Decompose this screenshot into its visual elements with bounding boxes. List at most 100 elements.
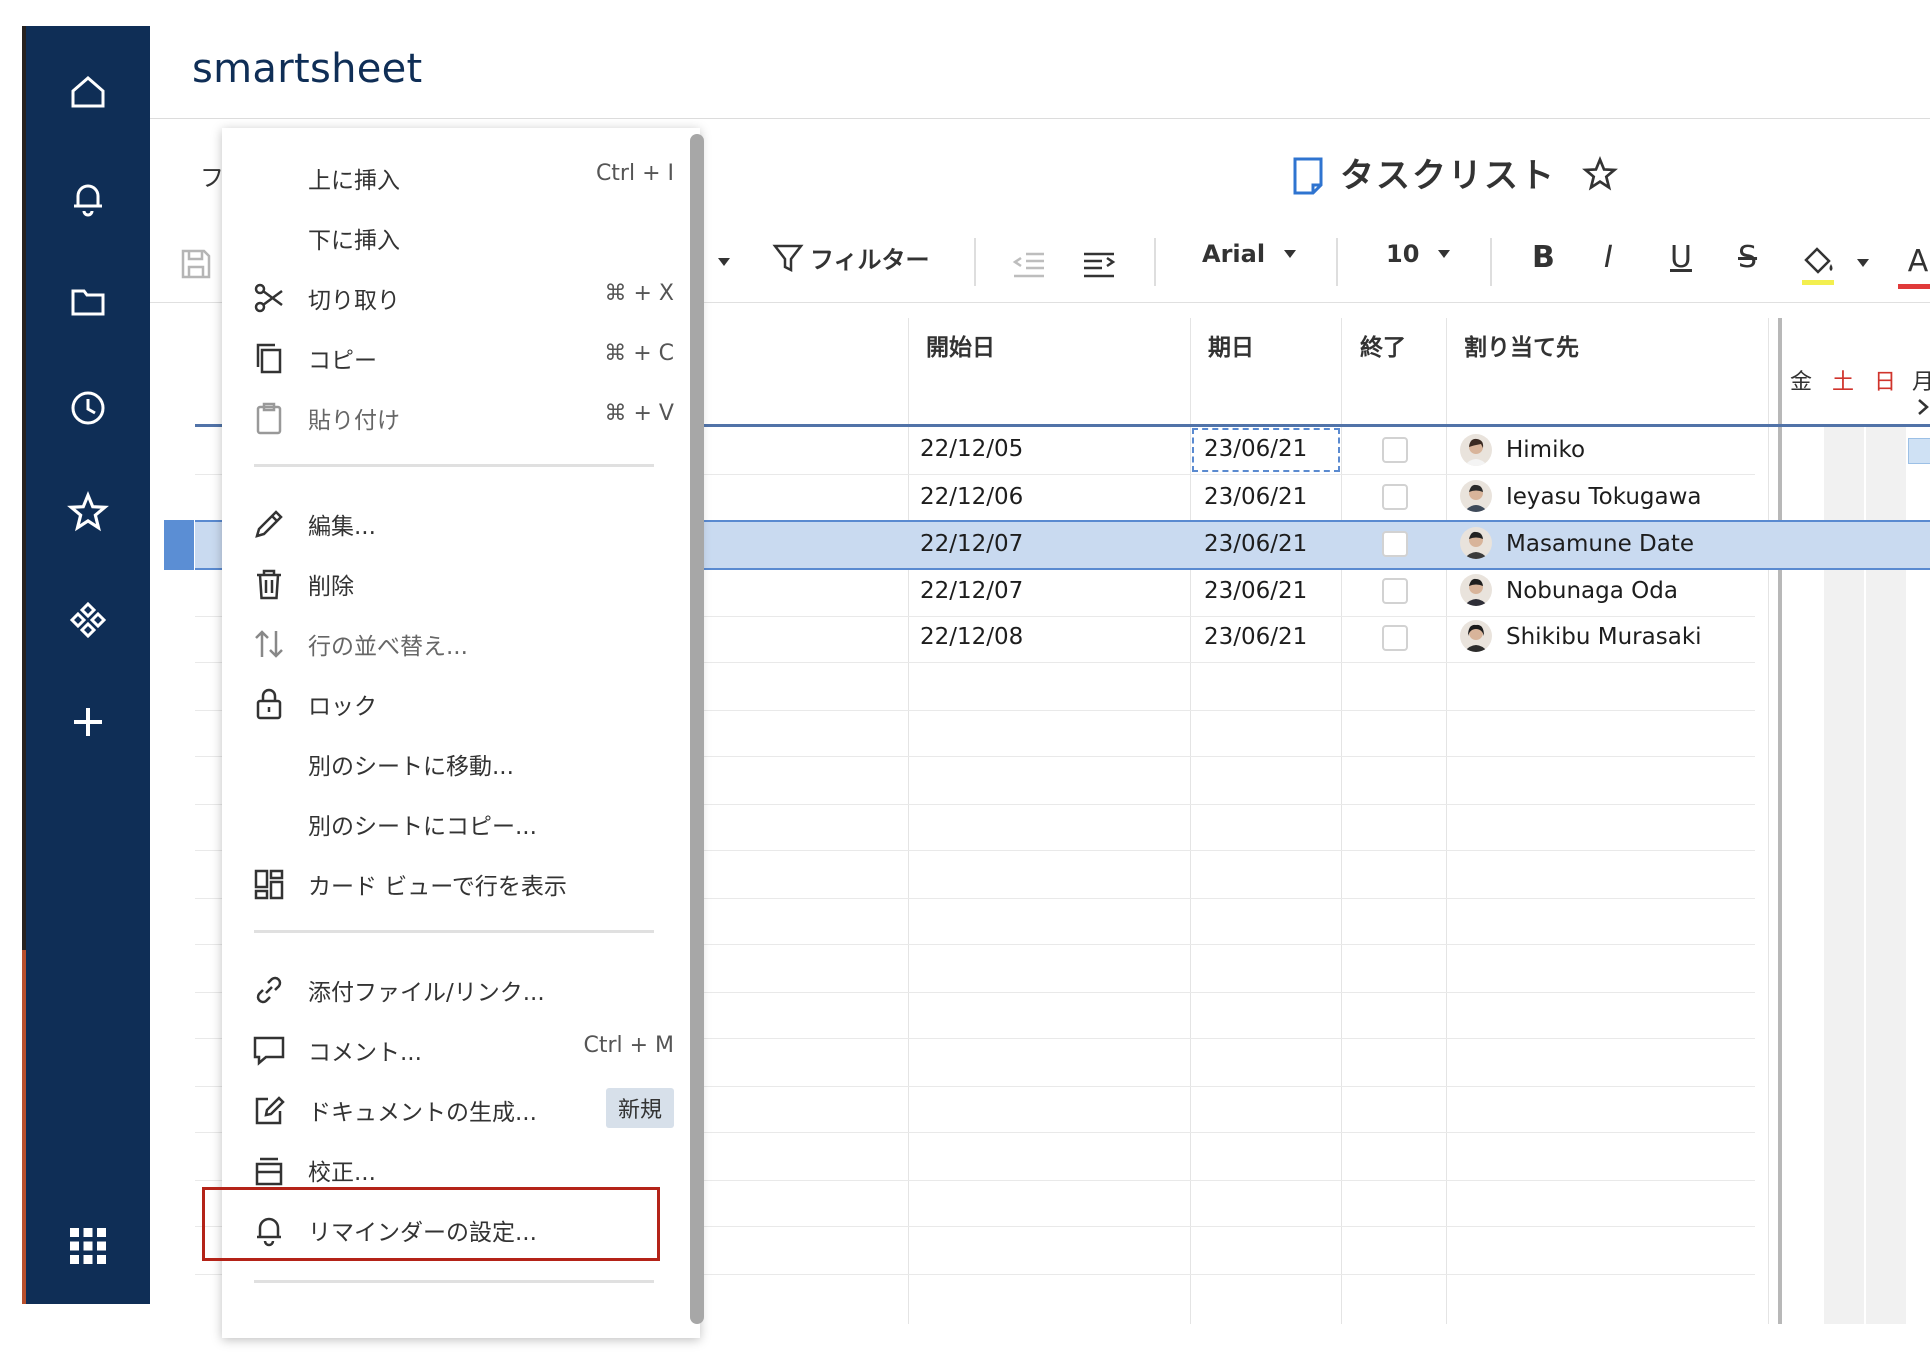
clipboard-icon (252, 401, 286, 435)
font-size-select[interactable]: 10 (1386, 240, 1451, 268)
menu-item-attachments[interactable]: 添付ファイル/リンク... (222, 964, 692, 1014)
column-header-assignee[interactable]: 割り当て先 (1464, 328, 1579, 362)
gantt-scroll-right-icon[interactable] (1916, 398, 1930, 416)
cell-start-date[interactable]: 22/12/07 (920, 531, 1023, 557)
done-checkbox[interactable] (1382, 531, 1408, 557)
menu-item-card-view[interactable]: カード ビューで行を表示 (222, 858, 692, 908)
cell-due-date[interactable]: 23/06/21 (1204, 484, 1307, 510)
done-checkbox[interactable] (1382, 625, 1408, 651)
avatar (1460, 620, 1492, 652)
cell-assignee[interactable]: Shikibu Murasaki (1506, 624, 1702, 650)
menu-separator (254, 1280, 654, 1283)
folder-icon[interactable] (26, 272, 150, 332)
menu-item-move-to-sheet[interactable]: 別のシートに移動... (222, 738, 692, 788)
favorites-star-icon[interactable] (26, 482, 150, 542)
menu-separator (254, 930, 654, 933)
help-icon[interactable] (26, 1312, 150, 1372)
outdent-icon[interactable] (1012, 250, 1046, 280)
dropdown-caret-icon[interactable] (716, 256, 732, 268)
column-header-start-date[interactable]: 開始日 (926, 328, 995, 362)
indent-icon[interactable] (1082, 250, 1116, 280)
row-context-menu: 上に挿入 Ctrl + I 下に挿入 切り取り ⌘ + X コピー ⌘ + C … (222, 128, 700, 1338)
menu-item-copy[interactable]: コピー ⌘ + C (222, 332, 692, 382)
favorite-star-icon[interactable] (1582, 156, 1618, 192)
bold-button[interactable]: B (1532, 240, 1555, 275)
menu-item-label: 編集... (308, 514, 376, 540)
sheet-title[interactable]: タスクリスト (1340, 148, 1556, 197)
column-header-due-date[interactable]: 期日 (1208, 328, 1254, 362)
chevron-down-icon (1283, 249, 1297, 259)
menu-item-lock[interactable]: ロック (222, 678, 692, 728)
cell-due-date[interactable]: 23/06/21 (1204, 578, 1307, 604)
text-color-swatch (1898, 284, 1930, 289)
cell-assignee[interactable]: Masamune Date (1506, 531, 1694, 557)
cell-assignee[interactable]: Nobunaga Oda (1506, 578, 1678, 604)
menu-item-edit[interactable]: 編集... (222, 498, 692, 548)
selected-row-handle[interactable] (164, 520, 194, 570)
gantt-task-bar[interactable] (1908, 438, 1930, 464)
cell-due-date[interactable]: 23/06/21 (1204, 436, 1307, 462)
recent-clock-icon[interactable] (26, 378, 150, 438)
italic-button[interactable]: I (1604, 240, 1613, 275)
fill-color-caret-icon[interactable] (1856, 258, 1870, 268)
cell-start-date[interactable]: 22/12/08 (920, 624, 1023, 650)
toolbar-separator (1154, 238, 1156, 286)
menu-item-delete[interactable]: 削除 (222, 558, 692, 608)
menu-item-insert-below[interactable]: 下に挿入 (222, 212, 692, 262)
gantt-splitter[interactable] (1778, 318, 1782, 1324)
column-divider (1190, 318, 1191, 1324)
strikethrough-button[interactable]: S (1738, 240, 1757, 275)
apps-grid-icon[interactable] (26, 1216, 150, 1276)
pencil-icon (252, 507, 286, 541)
done-checkbox[interactable] (1382, 484, 1408, 510)
avatar (1460, 574, 1492, 606)
column-divider (908, 318, 909, 1324)
smartsheet-logo[interactable]: smartsheet (192, 46, 423, 92)
underline-button[interactable]: U (1670, 240, 1692, 275)
avatar (1460, 527, 1492, 559)
gantt-day-mon: 月 (1912, 370, 1930, 395)
column-header-done[interactable]: 終了 (1360, 328, 1406, 362)
cell-assignee[interactable]: Himiko (1506, 437, 1585, 463)
menu-item-sort-rows[interactable]: 行の並べ替え... (222, 618, 692, 668)
menu-item-copy-to-sheet[interactable]: 別のシートにコピー... (222, 798, 692, 848)
bell-icon[interactable] (26, 168, 150, 228)
cell-start-date[interactable]: 22/12/06 (920, 484, 1023, 510)
menu-item-insert-above[interactable]: 上に挿入 Ctrl + I (222, 152, 692, 202)
menu-item-label: カード ビューで行を表示 (308, 874, 567, 900)
save-icon[interactable] (180, 248, 212, 280)
create-plus-icon[interactable] (26, 692, 150, 752)
fill-color-icon[interactable] (1800, 244, 1836, 288)
font-family-select[interactable]: Arial (1202, 240, 1297, 268)
cell-due-date[interactable]: 23/06/21 (1204, 531, 1307, 557)
home-icon[interactable] (26, 62, 150, 122)
cell-start-date[interactable]: 22/12/05 (920, 436, 1023, 462)
file-menu-partial[interactable]: フ (200, 158, 224, 193)
comment-icon (252, 1033, 286, 1067)
trash-icon (252, 567, 286, 601)
menu-item-comment[interactable]: コメント... Ctrl + M (222, 1024, 692, 1074)
done-checkbox[interactable] (1382, 578, 1408, 604)
cell-due-date[interactable]: 23/06/21 (1204, 624, 1307, 650)
done-checkbox[interactable] (1382, 437, 1408, 463)
left-nav-rail (26, 26, 150, 1359)
text-color-button[interactable]: A (1898, 244, 1930, 292)
lock-icon (252, 687, 286, 721)
font-family-value: Arial (1202, 240, 1266, 268)
font-size-value: 10 (1386, 240, 1420, 268)
menu-item-shortcut: ⌘ + X (604, 281, 675, 306)
menu-item-cut[interactable]: 切り取り ⌘ + X (222, 272, 692, 322)
reminder-highlight-box (202, 1187, 660, 1261)
menu-item-paste[interactable]: 貼り付け ⌘ + V (222, 392, 692, 442)
toolbar-separator (1336, 238, 1338, 286)
new-badge: 新規 (605, 1088, 674, 1128)
menu-item-generate-document[interactable]: ドキュメントの生成... 新規 (222, 1084, 692, 1134)
menu-scrollbar[interactable] (690, 134, 704, 1324)
filter-button[interactable]: フィルター (772, 240, 930, 275)
solution-center-icon[interactable] (26, 588, 150, 648)
cell-start-date[interactable]: 22/12/07 (920, 578, 1023, 604)
menu-item-label: 別のシートに移動... (308, 754, 514, 780)
filter-icon (772, 242, 804, 274)
cell-assignee[interactable]: Ieyasu Tokugawa (1506, 484, 1702, 510)
toolbar-separator (974, 238, 976, 286)
